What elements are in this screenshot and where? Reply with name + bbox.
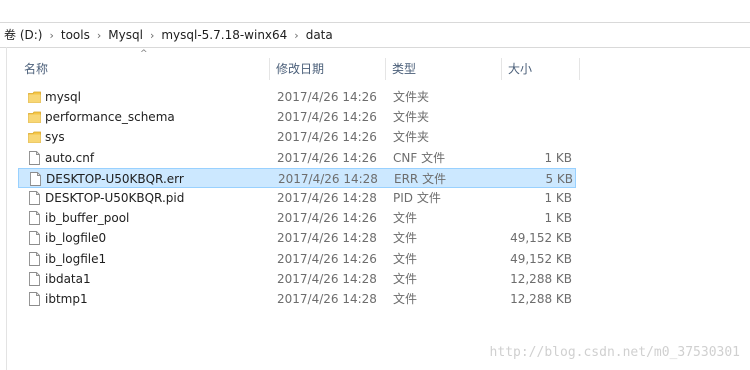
file-name: ib_logfile0: [45, 231, 107, 246]
file-size: 5 KB: [545, 171, 573, 186]
file-name: auto.cnf: [45, 150, 95, 165]
navigation-pane-divider: [6, 47, 7, 370]
file-date: 2017/4/26 14:26: [277, 90, 377, 104]
file-type: 文件夹: [393, 110, 430, 125]
column-header-row: 名称 修改日期 类型 大小: [18, 58, 582, 80]
watermark: http://blog.csdn.net/m0_37530301: [489, 345, 740, 360]
file-type: 文件: [393, 251, 418, 266]
file-date: 2017/4/26 14:28: [278, 171, 378, 186]
breadcrumb-tools[interactable]: tools: [57, 23, 94, 47]
file-type: PID 文件: [393, 191, 441, 205]
file-date: 2017/4/26 14:28: [277, 231, 377, 246]
file-icon: [28, 150, 41, 165]
file-type: 文件: [393, 271, 418, 286]
file-icon: [28, 211, 41, 226]
breadcrumb-mysql[interactable]: Mysql: [104, 23, 147, 47]
file-name: ib_logfile1: [45, 251, 107, 266]
file-row[interactable]: ibdata1 2017/4/26 14:28 文件 12,288 KB: [18, 269, 576, 289]
file-name: DESKTOP-U50KBQR.err: [46, 171, 184, 186]
file-size: 1 KB: [544, 211, 572, 226]
folder-icon: [28, 130, 41, 144]
folder-icon: [28, 90, 41, 104]
file-row[interactable]: mysql 2017/4/26 14:26 文件夹: [18, 87, 576, 107]
file-type: 文件夹: [393, 130, 430, 145]
file-name: ib_buffer_pool: [45, 211, 130, 226]
file-row[interactable]: ib_logfile0 2017/4/26 14:28 文件 49,152 KB: [18, 228, 576, 248]
file-size: [504, 87, 572, 107]
file-icon: [28, 191, 41, 205]
chevron-right-icon[interactable]: ›: [94, 29, 104, 42]
file-row[interactable]: sys 2017/4/26 14:26 文件夹: [18, 127, 576, 147]
file-type: 文件: [393, 231, 418, 246]
file-size: [504, 107, 572, 127]
file-name: DESKTOP-U50KBQR.pid: [45, 191, 185, 205]
column-header-date[interactable]: 修改日期: [270, 58, 386, 80]
file-row[interactable]: auto.cnf 2017/4/26 14:26 CNF 文件 1 KB: [18, 148, 576, 168]
file-row[interactable]: ib_buffer_pool 2017/4/26 14:26 文件 1 KB: [18, 208, 576, 228]
breadcrumb-data[interactable]: data: [302, 23, 337, 47]
breadcrumb-mysql-version[interactable]: mysql-5.7.18-winx64: [157, 23, 291, 47]
file-icon: [28, 292, 41, 306]
file-row[interactable]: DESKTOP-U50KBQR.err 2017/4/26 14:28 ERR 文件…: [18, 167, 576, 188]
chevron-right-icon[interactable]: ›: [46, 29, 56, 42]
file-name: mysql: [45, 90, 81, 104]
file-icon: [28, 251, 41, 266]
chevron-right-icon[interactable]: ›: [291, 29, 301, 42]
file-name: ibdata1: [45, 271, 91, 286]
folder-icon: [28, 110, 41, 124]
file-icon: [29, 171, 42, 186]
file-type: CNF 文件: [393, 150, 446, 165]
file-name: performance_schema: [45, 110, 175, 125]
file-date: 2017/4/26 14:26: [277, 130, 377, 145]
file-icon: [28, 231, 41, 246]
chevron-right-icon[interactable]: ›: [147, 29, 157, 42]
file-name: ibtmp1: [45, 292, 88, 306]
file-size: 1 KB: [544, 191, 572, 205]
file-date: 2017/4/26 14:28: [277, 191, 377, 205]
file-type: ERR 文件: [394, 171, 447, 186]
address-bar[interactable]: 卷 (D:) › tools › Mysql › mysql-5.7.18-wi…: [0, 22, 750, 48]
file-size: 49,152 KB: [510, 231, 572, 246]
file-row[interactable]: ib_logfile1 2017/4/26 14:26 文件 49,152 KB: [18, 249, 576, 269]
breadcrumb-drive[interactable]: 卷 (D:): [0, 23, 46, 47]
file-date: 2017/4/26 14:28: [277, 271, 377, 286]
file-size: 1 KB: [544, 150, 572, 165]
file-date: 2017/4/26 14:26: [277, 211, 377, 226]
file-row[interactable]: performance_schema 2017/4/26 14:26 文件夹: [18, 107, 576, 127]
file-type: 文件夹: [393, 90, 430, 104]
file-type: 文件: [393, 211, 418, 226]
column-header-type[interactable]: 类型: [386, 58, 502, 80]
file-date: 2017/4/26 14:26: [277, 110, 377, 125]
file-date: 2017/4/26 14:26: [277, 251, 377, 266]
breadcrumb: 卷 (D:) › tools › Mysql › mysql-5.7.18-wi…: [0, 23, 337, 47]
file-size: 12,288 KB: [510, 292, 572, 306]
column-header-size[interactable]: 大小: [502, 58, 580, 80]
file-icon: [28, 271, 41, 286]
file-size: [504, 127, 572, 147]
file-row[interactable]: DESKTOP-U50KBQR.pid 2017/4/26 14:28 PID 文件…: [18, 188, 576, 208]
file-size: 12,288 KB: [510, 271, 572, 286]
file-row[interactable]: ibtmp1 2017/4/26 14:28 文件 12,288 KB: [18, 289, 576, 309]
column-header-name[interactable]: 名称: [18, 58, 270, 80]
file-date: 2017/4/26 14:26: [277, 150, 377, 165]
file-date: 2017/4/26 14:28: [277, 292, 377, 306]
file-size: 49,152 KB: [510, 251, 572, 266]
file-name: sys: [45, 130, 65, 145]
file-type: 文件: [393, 292, 418, 306]
